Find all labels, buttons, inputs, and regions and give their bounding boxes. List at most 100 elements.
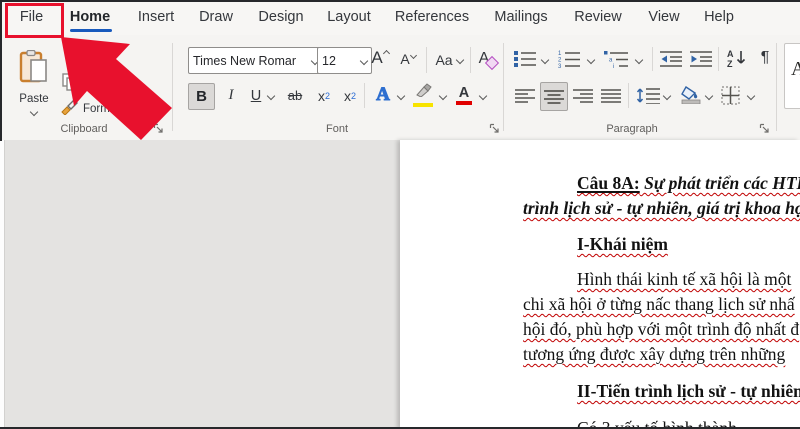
italic-button[interactable]: I (220, 83, 242, 108)
tab-help[interactable]: Help (694, 0, 744, 35)
align-center-button[interactable] (540, 82, 568, 111)
change-case-label: Aa (435, 52, 453, 68)
text-effects-button[interactable]: A (370, 81, 396, 108)
font-size-dropdown-icon[interactable] (359, 56, 369, 65)
paste-dropdown-icon[interactable] (29, 107, 39, 116)
font-color-button[interactable]: A (452, 81, 476, 108)
increase-indent-button[interactable] (688, 47, 714, 71)
small-divider (470, 47, 471, 73)
small-divider (652, 47, 653, 71)
superscript-button[interactable]: x2 (338, 83, 362, 108)
underline-label: U (250, 87, 262, 104)
small-divider (628, 83, 629, 108)
align-left-icon (514, 89, 535, 103)
clipboard-dialog-launcher-icon[interactable] (153, 121, 165, 133)
grow-font-up-icon (382, 49, 390, 57)
italic-label: I (228, 87, 234, 103)
line-spacing-button[interactable] (634, 83, 662, 108)
increase-indent-icon (690, 51, 712, 67)
tab-references[interactable]: References (394, 0, 470, 35)
style-preview-glyph: A (791, 58, 800, 80)
numbering-button[interactable]: 123 (556, 47, 582, 71)
bullets-button[interactable] (512, 47, 538, 71)
shading-dropdown-icon[interactable] (704, 91, 714, 101)
underline-dropdown-icon[interactable] (266, 91, 276, 101)
tab-design[interactable]: Design (252, 0, 310, 35)
decrease-indent-button[interactable] (658, 47, 684, 71)
doc-line-title: Câu 8A: Sự phát triển các HTK (577, 173, 800, 194)
borders-icon (721, 86, 740, 105)
justify-icon (600, 89, 621, 103)
doc-line: Hình thái kinh tế xã hội là một (577, 269, 792, 289)
tab-mailings[interactable]: Mailings (486, 0, 556, 35)
highlight-button[interactable] (410, 81, 436, 108)
paragraph-dialog-launcher-icon[interactable] (759, 121, 771, 133)
doc-title-label: Câu 8A: (577, 173, 640, 193)
grow-font-button[interactable]: A (368, 45, 392, 71)
small-divider (426, 47, 427, 73)
bold-button[interactable]: B (188, 83, 215, 110)
copy-icon (62, 72, 78, 96)
font-group-label: Font (325, 123, 348, 135)
clear-formatting-button[interactable]: A (475, 45, 501, 72)
sort-button[interactable]: A Z (724, 45, 750, 71)
svg-text:i: i (613, 64, 614, 68)
svg-text:1: 1 (558, 51, 562, 57)
svg-text:Z: Z (727, 59, 733, 68)
font-dialog-launcher-icon[interactable] (489, 121, 501, 133)
doc-line: chi xã hội ở từng nấc thang lịch sử nhấ (523, 294, 795, 314)
numbering-dropdown-icon[interactable] (586, 55, 596, 65)
align-right-button[interactable] (570, 85, 595, 107)
line-spacing-dropdown-icon[interactable] (662, 91, 672, 101)
shading-bucket-icon (681, 86, 701, 104)
tab-review[interactable]: Review (566, 0, 630, 35)
cut-button[interactable]: ✂ Cut (60, 45, 122, 65)
font-size-combo[interactable]: 12 (317, 47, 372, 74)
format-painter-brush-icon (60, 98, 79, 120)
strikethrough-label: ab (287, 88, 303, 103)
align-left-button[interactable] (512, 85, 537, 107)
tab-draw[interactable]: Draw (190, 0, 242, 35)
subscript-button[interactable]: x2 (312, 83, 336, 108)
multilevel-list-button[interactable]: ai (602, 47, 630, 71)
ribbon-tab-bar: File Home Insert Draw Design Layout Refe… (0, 0, 800, 35)
borders-button[interactable] (718, 83, 743, 108)
tab-view[interactable]: View (638, 0, 690, 35)
shading-button[interactable] (678, 82, 704, 108)
document-canvas: Câu 8A: Sự phát triển các HTK trình lịch… (0, 140, 800, 429)
styles-gallery-item[interactable]: A (784, 43, 800, 109)
font-name-combo[interactable]: Times New Romar (188, 47, 323, 74)
word-window: File Home Insert Draw Design Layout Refe… (0, 0, 800, 429)
font-color-dropdown-icon[interactable] (478, 91, 488, 101)
window-border-top (0, 0, 800, 2)
strikethrough-button[interactable]: ab (282, 83, 308, 108)
tab-insert[interactable]: Insert (128, 0, 184, 35)
tab-layout[interactable]: Layout (320, 0, 378, 35)
multilevel-list-icon: ai (604, 51, 628, 68)
copy-button[interactable]: Copy (62, 72, 126, 96)
change-case-button[interactable]: Aa (432, 47, 466, 73)
bullets-dropdown-icon[interactable] (540, 55, 550, 65)
document-page[interactable]: Câu 8A: Sự phát triển các HTK trình lịch… (400, 140, 800, 429)
underline-button[interactable]: U (246, 83, 266, 108)
superscript-label: x (343, 87, 351, 104)
cut-label: Cut (78, 49, 97, 61)
borders-dropdown-icon[interactable] (746, 91, 756, 101)
multilevel-dropdown-icon[interactable] (634, 55, 644, 65)
justify-button[interactable] (598, 85, 623, 107)
highlight-dropdown-icon[interactable] (438, 91, 448, 101)
paste-button[interactable]: Paste (8, 41, 60, 123)
decrease-indent-icon (660, 51, 682, 67)
align-right-icon (572, 89, 593, 103)
subscript-label: x (317, 87, 325, 104)
shrink-font-button[interactable]: A (396, 47, 420, 71)
show-hide-marks-button[interactable]: ¶ (754, 45, 776, 71)
active-tab-indicator (70, 29, 112, 32)
align-center-icon (544, 89, 564, 104)
superscript-digit: 2 (350, 90, 356, 101)
small-divider (718, 47, 719, 71)
format-painter-button[interactable]: Format Painter (60, 97, 172, 121)
doc-title-rest: Sự phát triển các HTK (639, 173, 800, 193)
text-effects-dropdown-icon[interactable] (396, 91, 406, 101)
shrink-font-label: A (400, 51, 410, 67)
